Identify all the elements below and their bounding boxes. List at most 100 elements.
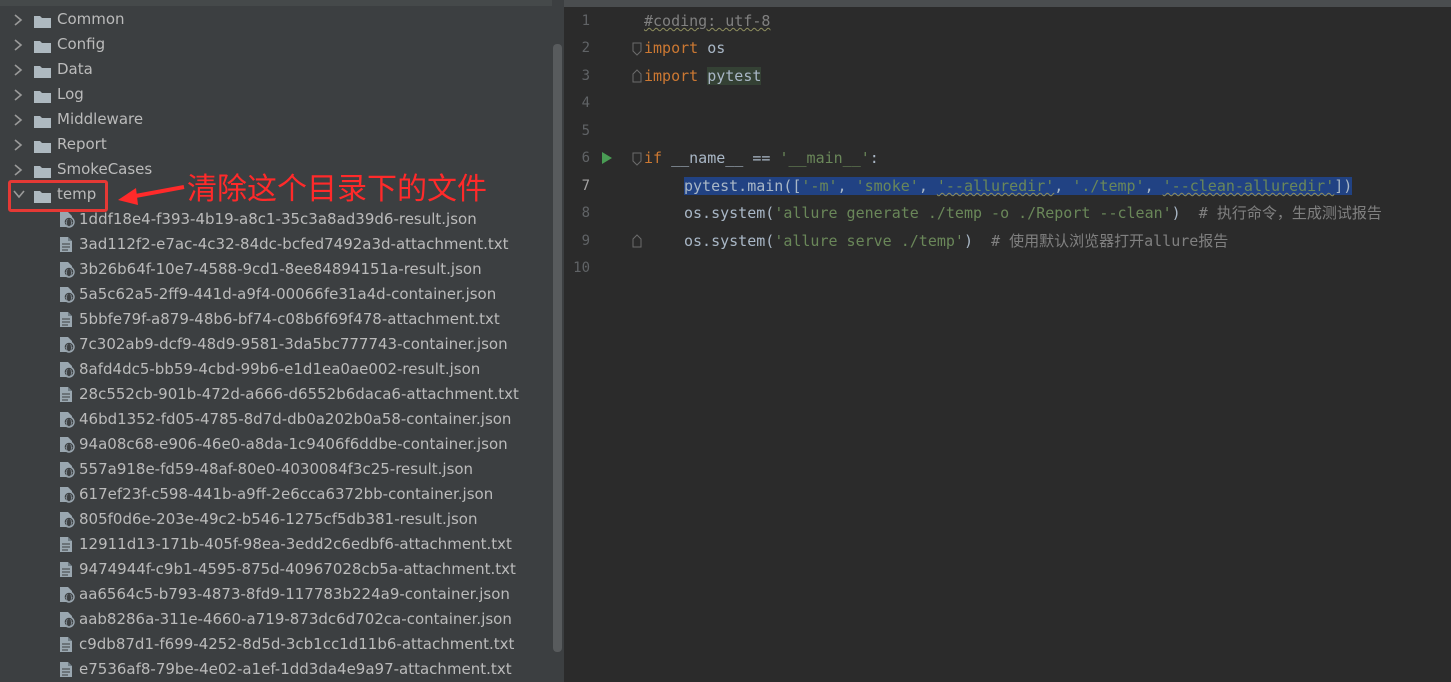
fold-end-icon[interactable] <box>632 69 642 83</box>
code-line-1: #coding: utf-8 <box>644 8 770 35</box>
svg-text:{}: {} <box>65 594 74 602</box>
folder-label: Data <box>57 60 93 78</box>
svg-text:{}: {} <box>65 469 74 477</box>
code-line-7: pytest.main(['-m', 'smoke', '--alluredir… <box>684 173 1353 200</box>
code-line-8: os.system('allure generate ./temp -o ./R… <box>684 200 1382 227</box>
fold-start-icon[interactable] <box>632 42 642 56</box>
punct-token: ]) <box>1334 177 1353 195</box>
module-name: os <box>707 39 726 57</box>
svg-text:{}: {} <box>65 419 74 427</box>
svg-text:{}: {} <box>65 519 74 527</box>
file-label: 9474944f-c9b1-4595-875d-40967028cb5a-att… <box>79 560 516 578</box>
tree-file-item[interactable]: {} 805f0d6e-203e-49c2-b546-1275cf5db381-r… <box>0 507 552 532</box>
tree-folder-middleware[interactable]: Middleware <box>0 107 552 132</box>
file-label: e7536af8-79be-4e02-a1ef-1dd3da4e9a97-att… <box>79 660 512 678</box>
folder-label: Log <box>57 85 84 103</box>
file-label: 7c302ab9-dcf9-48d9-9581-3da5bc777743-con… <box>79 335 508 353</box>
string-token: 'allure generate ./temp -o ./Report --cl… <box>774 204 1172 222</box>
file-label: 3ad112f2-e7ac-4c32-84dc-bcfed7492a3d-att… <box>79 235 509 253</box>
code-line-2: import os <box>644 35 725 62</box>
chevron-right-icon[interactable] <box>10 7 26 32</box>
line-number: 1 <box>581 13 590 29</box>
string-token: './temp' <box>1072 177 1145 195</box>
punct-token: , <box>837 177 856 195</box>
tree-file-item[interactable]: 9474944f-c9b1-4595-875d-40967028cb5a-att… <box>0 557 552 582</box>
tree-file-item[interactable]: {} 8afd4dc5-bb59-4cbd-99b6-e1d1ea0ae002-r… <box>0 357 552 382</box>
tree-file-item[interactable]: {} 7c302ab9-dcf9-48d9-9581-3da5bc777743-c… <box>0 332 552 357</box>
chevron-right-icon[interactable] <box>10 32 26 57</box>
svg-text:{}: {} <box>65 344 74 352</box>
file-label: 46bd1352-fd05-4785-8d7d-db0a202b0a58-con… <box>79 410 512 428</box>
punct-token: ) <box>1171 204 1181 222</box>
tree-file-item[interactable]: {} 94a08c68-e906-46e0-a8da-1c9406f6ddbe-c… <box>0 432 552 457</box>
line-number: 5 <box>581 123 590 139</box>
svg-text:{}: {} <box>65 619 74 627</box>
tree-file-item[interactable]: {} 5a5c62a5-2ff9-441d-a9f4-00066fe31a4d-c… <box>0 282 552 307</box>
file-label: 805f0d6e-203e-49c2-b546-1275cf5db381-res… <box>79 510 478 528</box>
tree-scrollbar-thumb[interactable] <box>553 44 562 652</box>
tree-folder-report[interactable]: Report <box>0 132 552 157</box>
file-label: 8afd4dc5-bb59-4cbd-99b6-e1d1ea0ae002-res… <box>79 360 481 378</box>
file-label: aa6564c5-b793-4873-8fd9-117783b224a9-con… <box>79 585 510 603</box>
punct-token: , <box>1054 177 1073 195</box>
svg-text:{}: {} <box>65 219 74 227</box>
line-number: 2 <box>581 40 590 56</box>
tree-file-item[interactable]: c9db87d1-f699-4252-8d5d-3cb1cc1d11b6-att… <box>0 632 552 657</box>
fold-end-icon[interactable] <box>632 234 642 248</box>
punct-token: ) <box>963 232 973 250</box>
comment-token: #coding: utf-8 <box>644 12 771 30</box>
tree-file-item[interactable]: {} 3b26b64f-10e7-4588-9cd1-8ee84894151a-r… <box>0 257 552 282</box>
chevron-right-icon[interactable] <box>10 157 26 182</box>
tree-file-item[interactable]: 3ad112f2-e7ac-4c32-84dc-bcfed7492a3d-att… <box>0 232 552 257</box>
line-number: 4 <box>581 95 590 111</box>
file-label: 5a5c62a5-2ff9-441d-a9f4-00066fe31a4d-con… <box>79 285 497 303</box>
tree-folder-log[interactable]: Log <box>0 82 552 107</box>
punct-token: : <box>869 149 879 167</box>
file-label: 3b26b64f-10e7-4588-9cd1-8ee84894151a-res… <box>79 260 482 278</box>
tree-file-item[interactable]: {} aab8286a-311e-4660-a719-873dc6d702ca-c… <box>0 607 552 632</box>
fold-start-icon[interactable] <box>632 152 642 166</box>
chevron-right-icon[interactable] <box>10 57 26 82</box>
tree-file-item[interactable]: {} 617ef23f-c598-441b-a9ff-2e6cca6372bb-c… <box>0 482 552 507</box>
code-line-6: if __name__ == '__main__': <box>644 145 879 172</box>
editor-top-edge <box>564 0 1451 7</box>
tree-folder-data[interactable]: Data <box>0 57 552 82</box>
code-line-3: import pytest <box>644 63 762 90</box>
annotation-text: 清除这个目录下的文件 <box>187 172 487 207</box>
string-token: 'smoke' <box>855 177 919 195</box>
comment-token: # 执行命令，生成测试报告 <box>1198 204 1382 222</box>
tree-file-item[interactable]: 12911d13-171b-405f-98ea-3edd2c6edbf6-att… <box>0 532 552 557</box>
keyword-token: import <box>644 67 699 85</box>
tree-file-item[interactable]: 5bbfe79f-a879-48b6-bf74-c08b6f69f478-att… <box>0 307 552 332</box>
keyword-token: import <box>644 39 699 57</box>
file-label: aab8286a-311e-4660-a719-873dc6d702ca-con… <box>79 610 512 628</box>
tree-file-item[interactable]: {} aa6564c5-b793-4873-8fd9-117783b224a9-c… <box>0 582 552 607</box>
text-file-icon <box>59 661 73 682</box>
temp-highlight-box <box>8 180 108 212</box>
keyword-token: if <box>644 149 663 167</box>
string-token: '--clean-alluredir' <box>1162 177 1335 195</box>
tree-folder-common[interactable]: Common <box>0 7 552 32</box>
file-label: 617ef23f-c598-441b-a9ff-2e6cca6372bb-con… <box>79 485 494 503</box>
line-number: 8 <box>581 205 590 221</box>
tree-file-item[interactable]: e7536af8-79be-4e02-a1ef-1dd3da4e9a97-att… <box>0 657 552 682</box>
run-icon[interactable] <box>601 151 613 165</box>
punct-token: , <box>918 177 937 195</box>
chevron-right-icon[interactable] <box>10 132 26 157</box>
chevron-right-icon[interactable] <box>10 82 26 107</box>
code-editor[interactable]: 1 2 3 4 5 6 7 8 9 10 #coding: utf-8 impo… <box>564 0 1451 682</box>
svg-text:{}: {} <box>65 294 74 302</box>
tree-file-item[interactable]: {} 557a918e-fd59-48af-80e0-4030084f3c25-r… <box>0 457 552 482</box>
project-tree-panel: Common Config Data Log Middleware Report Smoke… <box>0 0 564 682</box>
line-number: 6 <box>581 150 590 166</box>
tree-file-item[interactable]: 28c552cb-901b-472d-a666-d6552b6daca6-att… <box>0 382 552 407</box>
code-line-9: os.system('allure serve ./temp') # 使用默认浏… <box>684 228 1228 255</box>
tree-folder-config[interactable]: Config <box>0 32 552 57</box>
folder-label: Middleware <box>57 110 144 128</box>
svg-text:{}: {} <box>65 269 74 277</box>
chevron-right-icon[interactable] <box>10 107 26 132</box>
folder-label: Config <box>57 35 106 53</box>
tree-file-item[interactable]: {} 46bd1352-fd05-4785-8d7d-db0a202b0a58-c… <box>0 407 552 432</box>
file-label: 28c552cb-901b-472d-a666-d6552b6daca6-att… <box>79 385 519 403</box>
string-token: 'allure serve ./temp' <box>774 232 964 250</box>
